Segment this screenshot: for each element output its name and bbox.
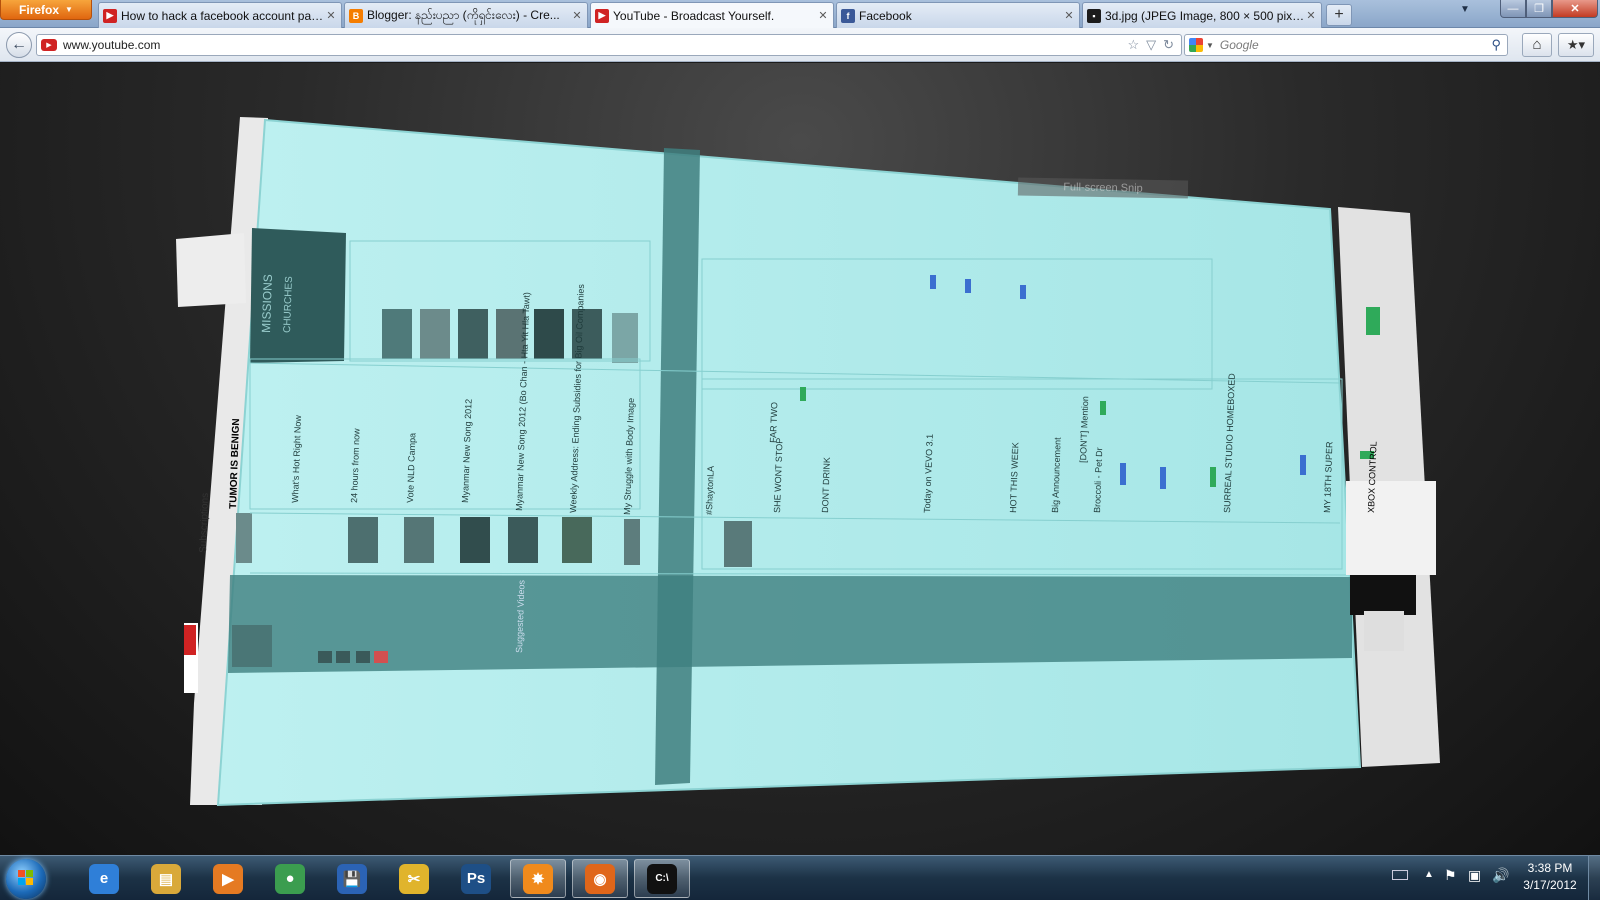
- history-dropdown-icon[interactable]: ▽: [1146, 37, 1156, 53]
- banner-text: CHURCHES: [282, 276, 295, 333]
- navigation-toolbar: ← ▶ www.youtube.com ☆ ▽ ↻ ▼ Google ⚲ ⌂ ★…: [0, 28, 1600, 62]
- tab-3-active[interactable]: ▶ YouTube - Broadcast Yourself. ✕: [590, 2, 834, 28]
- new-tab-button[interactable]: +: [1326, 4, 1352, 26]
- save-app-icon: 💾: [337, 863, 367, 894]
- search-input[interactable]: Google: [1220, 38, 1492, 52]
- facebook-favicon-icon: f: [841, 8, 855, 23]
- bookmark-star-icon[interactable]: ☆: [1127, 37, 1139, 53]
- taskbar-avast-button[interactable]: ✸: [510, 859, 566, 898]
- taskbar-save-app-button[interactable]: 💾: [324, 859, 380, 898]
- tab-label: How to hack a facebook account part...: [121, 8, 325, 23]
- home-icon[interactable]: ⌂: [1522, 33, 1552, 57]
- system-tray: ▲ ⚑ ▣ 🔊 3:38 PM 3/17/2012: [1380, 856, 1600, 900]
- show-hidden-icons-icon[interactable]: ▲: [1424, 869, 1434, 880]
- reload-icon[interactable]: ↻: [1163, 37, 1174, 53]
- chevron-down-icon[interactable]: ▼: [1206, 41, 1214, 50]
- close-window-icon[interactable]: ✕: [1552, 0, 1598, 18]
- fullscreen-snip-label: Full-screen Snip: [1017, 177, 1189, 199]
- tab-2[interactable]: B Blogger: နည်းပညာ (ကိုရှင်းလေး) - Cre..…: [344, 2, 588, 28]
- action-center-flag-icon[interactable]: ⚑: [1444, 867, 1457, 884]
- close-tab-icon[interactable]: ✕: [1063, 9, 1075, 22]
- back-arrow-icon[interactable]: ←: [6, 32, 32, 58]
- firefox-menu-label: Firefox: [19, 2, 60, 17]
- keyboard-icon[interactable]: [1392, 870, 1408, 880]
- video-title: #ShaytonLA: [704, 466, 716, 515]
- firefox-menu-button[interactable]: Firefox ▼: [0, 0, 92, 20]
- firefox-icon: ◉: [585, 863, 615, 894]
- search-bar[interactable]: ▼ Google ⚲: [1184, 34, 1508, 56]
- command-prompt-icon: C:\: [647, 863, 677, 894]
- windows-logo-icon: [18, 870, 34, 886]
- clock-time: 3:38 PM: [1527, 861, 1573, 875]
- address-bar[interactable]: ▶ www.youtube.com ☆ ▽ ↻: [36, 34, 1182, 56]
- media-player-icon: ▶: [213, 863, 243, 894]
- clock-date: 3/17/2012: [1523, 878, 1577, 892]
- bottom-band-layer: [228, 575, 1352, 673]
- windows-taskbar: e ▤ ▶ ● 💾 ✂ Ps ✸ ◉ C:\ ▲ ⚑ ▣ 🔊 3:38 PM 3/17/2012: [0, 855, 1600, 900]
- video-title: FAR TWO: [768, 402, 779, 443]
- photoshop-icon: Ps: [461, 863, 491, 894]
- tab-strip: Firefox ▼ ▶ How to hack a facebook accou…: [0, 0, 1600, 28]
- minimize-icon[interactable]: —: [1500, 0, 1526, 18]
- left-sidebar-layer: [176, 233, 246, 307]
- volume-icon[interactable]: 🔊: [1492, 867, 1509, 884]
- page-3d-view[interactable]: What's Hot Right Now 24 hours from now V…: [0, 63, 1600, 855]
- image-favicon-icon: ▪: [1087, 8, 1101, 23]
- avast-icon: ✸: [523, 863, 553, 894]
- show-desktop-button[interactable]: [1588, 856, 1600, 900]
- list-all-tabs-icon[interactable]: ▼: [1460, 4, 1470, 15]
- network-icon[interactable]: ▣: [1468, 867, 1481, 884]
- taskbar-tools-app-button[interactable]: ✂: [386, 859, 442, 898]
- internet-explorer-icon: e: [89, 863, 119, 894]
- taskbar-photoshop-button[interactable]: Ps: [448, 859, 504, 898]
- youtube-logo-red: [184, 625, 196, 655]
- youtube-favicon-icon: ▶: [595, 8, 609, 23]
- youtube-favicon-icon: ▶: [103, 8, 117, 23]
- banner-text: MISSIONS: [259, 274, 275, 333]
- youtube-favicon-icon: ▶: [41, 39, 57, 51]
- close-tab-icon[interactable]: ✕: [817, 9, 829, 22]
- url-text[interactable]: www.youtube.com: [63, 38, 1127, 52]
- start-button[interactable]: [6, 859, 46, 899]
- chevron-down-icon: ▼: [65, 5, 73, 14]
- close-tab-icon[interactable]: ✕: [571, 9, 583, 22]
- taskbar-windows-explorer-button[interactable]: ▤: [138, 859, 194, 898]
- tools-app-icon: ✂: [399, 863, 429, 894]
- tab-label: Facebook: [859, 8, 912, 23]
- tab-label: Blogger: နည်းပညာ (ကိုရှင်းလေး) - Cre...: [367, 7, 560, 22]
- video-title: DONT DRINK: [820, 457, 832, 513]
- search-magnifier-icon[interactable]: ⚲: [1491, 37, 1501, 53]
- google-engine-icon[interactable]: [1189, 38, 1203, 52]
- taskbar-internet-explorer-button[interactable]: e: [76, 859, 132, 898]
- taskbar-command-prompt-button[interactable]: C:\: [634, 859, 690, 898]
- google-chrome-icon: ●: [275, 863, 305, 894]
- 3d-layer-stack[interactable]: What's Hot Right Now 24 hours from now V…: [0, 63, 1600, 855]
- restore-icon[interactable]: ❐: [1526, 0, 1552, 18]
- windows-explorer-icon: ▤: [151, 863, 181, 894]
- tab-label: 3d.jpg (JPEG Image, 800 × 500 pixels): [1105, 8, 1305, 23]
- tab-label: YouTube - Broadcast Yourself.: [613, 8, 775, 23]
- clock[interactable]: 3:38 PM 3/17/2012: [1510, 860, 1590, 894]
- bookmarks-menu-icon[interactable]: ★▾: [1558, 33, 1594, 57]
- taskbar-firefox-button[interactable]: ◉: [572, 859, 628, 898]
- main-page-layer: [216, 118, 1362, 807]
- close-tab-icon[interactable]: ✕: [325, 9, 337, 22]
- blogger-favicon-icon: B: [349, 8, 363, 23]
- tab-4[interactable]: f Facebook ✕: [836, 2, 1080, 28]
- taskbar-media-player-button[interactable]: ▶: [200, 859, 256, 898]
- taskbar-google-chrome-button[interactable]: ●: [262, 859, 318, 898]
- tab-5[interactable]: ▪ 3d.jpg (JPEG Image, 800 × 500 pixels) …: [1082, 2, 1322, 28]
- close-tab-icon[interactable]: ✕: [1305, 9, 1317, 22]
- subscriptions-label: Subscriptions: [198, 493, 211, 553]
- tab-1[interactable]: ▶ How to hack a facebook account part...…: [98, 2, 342, 28]
